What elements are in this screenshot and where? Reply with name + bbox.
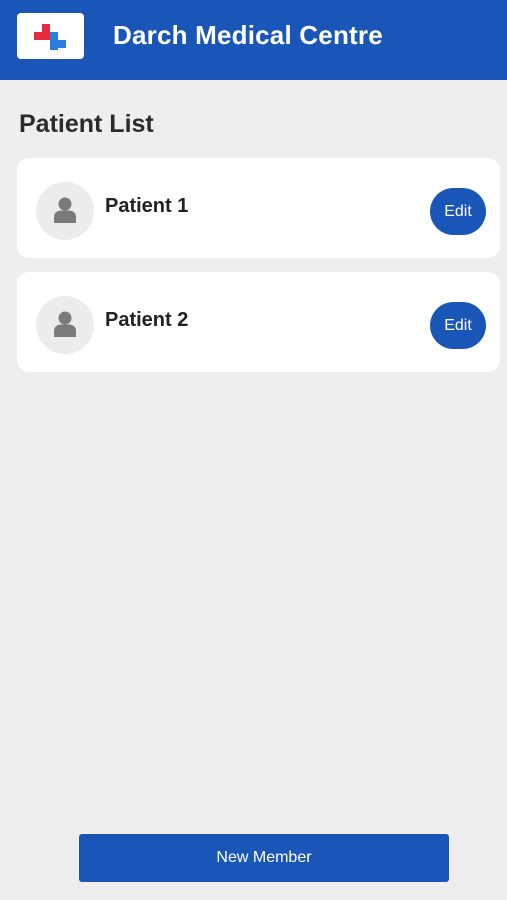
person-icon <box>54 311 76 337</box>
avatar <box>36 296 94 354</box>
patient-card[interactable]: Patient 1 Edit <box>17 158 500 258</box>
patient-card[interactable]: Patient 2 Edit <box>17 272 500 372</box>
logo <box>17 13 84 59</box>
app-title: Darch Medical Centre <box>113 20 383 50</box>
app-header: Darch Medical Centre <box>0 0 507 80</box>
patient-name: Patient 2 <box>105 309 189 331</box>
new-member-button[interactable]: New Member <box>79 834 449 882</box>
medical-cross-logo-icon <box>34 24 66 50</box>
avatar <box>36 182 94 240</box>
edit-button[interactable]: Edit <box>430 302 486 349</box>
app-screen: Darch Medical Centre Patient List Patien… <box>0 0 507 900</box>
page-title: Patient List <box>19 110 154 138</box>
patient-name: Patient 1 <box>105 195 189 217</box>
edit-button[interactable]: Edit <box>430 188 486 235</box>
person-icon <box>54 197 76 223</box>
patient-list: Patient 1 Edit Patient 2 Edit <box>17 158 500 386</box>
